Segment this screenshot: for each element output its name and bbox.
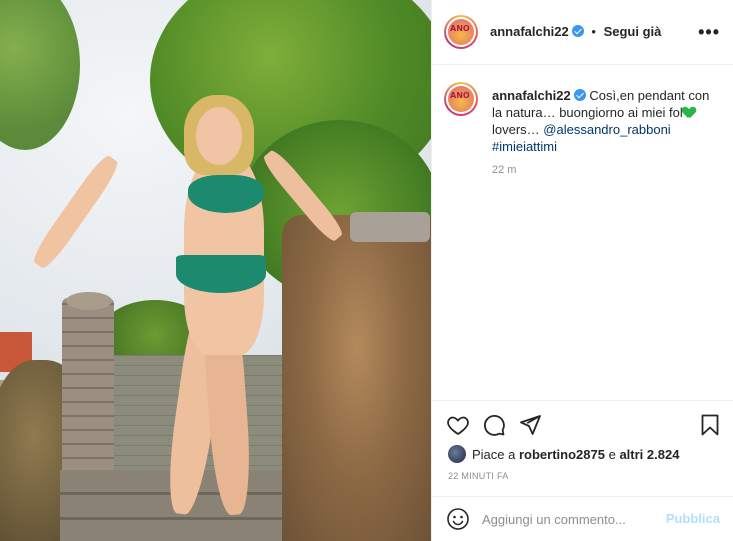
- bookmark-icon[interactable]: [698, 413, 722, 437]
- verified-badge-icon: [571, 25, 584, 37]
- avatar[interactable]: ANO: [444, 15, 478, 49]
- add-comment-input[interactable]: [482, 509, 662, 529]
- username-link[interactable]: annafalchi22: [490, 24, 569, 39]
- separator-dot: •: [591, 24, 596, 39]
- following-button[interactable]: Segui già: [604, 24, 662, 39]
- share-icon[interactable]: [518, 413, 542, 437]
- photo-subject: [29, 95, 347, 525]
- verified-badge-icon: [573, 89, 586, 101]
- caption-time[interactable]: 22 m: [492, 164, 516, 176]
- add-comment-bar: Pubblica: [432, 496, 733, 541]
- likes-summary: Piace a robertino2875 e altri 2.824: [448, 445, 679, 463]
- actions-section: Piace a robertino2875 e altri 2.824 22 M…: [432, 400, 733, 541]
- liker-avatar[interactable]: [448, 445, 466, 463]
- likes-count-link[interactable]: altri 2.824: [619, 447, 679, 462]
- mention-link[interactable]: @alessandro_rabboni: [543, 122, 670, 137]
- post-details-panel: ANO annafalchi22 • Segui già ••• ANO ann…: [431, 0, 733, 541]
- posted-time[interactable]: 22 MINUTI FA: [448, 471, 509, 481]
- caption-avatar[interactable]: ANO: [444, 82, 478, 116]
- post-header: ANO annafalchi22 • Segui già •••: [432, 0, 733, 65]
- more-options-button[interactable]: •••: [698, 22, 720, 43]
- hashtag-link[interactable]: #imieiattimi: [492, 139, 557, 154]
- heart-icon[interactable]: [446, 413, 470, 437]
- emoji-icon[interactable]: [446, 507, 470, 531]
- liker-username[interactable]: robertino2875: [519, 447, 605, 462]
- post-photo[interactable]: [0, 0, 431, 541]
- comment-icon[interactable]: [482, 413, 506, 437]
- green-heart-emoji: [683, 107, 695, 118]
- publish-button[interactable]: Pubblica: [666, 511, 720, 526]
- caption-username[interactable]: annafalchi22: [492, 88, 571, 103]
- caption-text-tail: lovers…: [492, 122, 544, 137]
